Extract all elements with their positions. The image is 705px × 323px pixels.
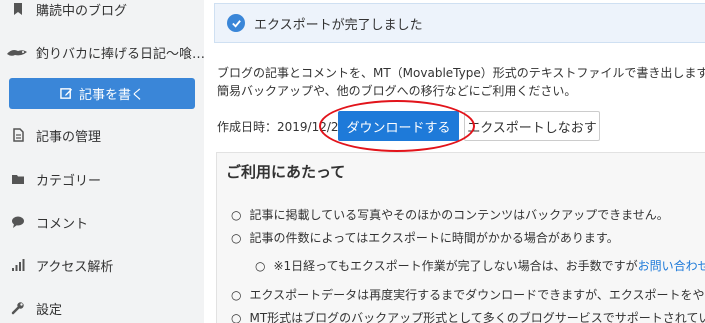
description-line: 簡易バックアップや、他のブログへの移行などにご利用ください。 [217, 84, 577, 98]
bar-chart-icon [11, 258, 25, 272]
export-description: ブログの記事とコメントを、MT（MovableType）形式のテキストファイルで… [217, 64, 705, 100]
note-item: ○ MT形式はブログのバックアップ形式として多くのブログサービスでサポートされてい [231, 311, 705, 323]
sidebar-item-manage-posts[interactable]: 記事の管理 [0, 120, 204, 150]
note-subitem: ○ ※1日経ってもエクスポート作業が完了しない場合は、お手数ですがお問い合わせ [255, 257, 705, 274]
sidebar-item-label: 釣りバカに捧げる日記～喰… [36, 46, 204, 62]
sidebar-item-label: コメント [36, 216, 89, 232]
sidebar-gutter [204, 0, 214, 323]
document-icon [11, 128, 25, 142]
check-circle-icon [227, 14, 245, 32]
sidebar-item-label: アクセス解析 [36, 259, 114, 275]
sidebar-item-analytics[interactable]: アクセス解析 [0, 250, 204, 280]
sidebar-item-subscribed-blogs[interactable]: 購読中のブログ [0, 0, 204, 24]
note-item: ○ 記事に掲載している写真やそのほかのコンテンツはバックアップできません。 [231, 208, 669, 222]
sidebar-item-categories[interactable]: カテゴリー [0, 164, 204, 194]
sidebar-item-label: 設定 [36, 302, 63, 318]
wrench-icon [11, 301, 25, 315]
main-content: エクスポートが完了しました ブログの記事とコメントを、MT（MovableTyp… [214, 0, 705, 323]
note-item: ○ エクスポートデータは再度実行するまでダウンロードできますが、エクスポートをやり [231, 288, 705, 302]
folder-icon [11, 172, 25, 186]
re-export-button[interactable]: エクスポートしなおす [464, 111, 600, 141]
sidebar-item-comments[interactable]: コメント [0, 207, 204, 237]
sidebar-item-label: カテゴリー [36, 173, 102, 189]
export-complete-alert: エクスポートが完了しました [214, 3, 705, 43]
comment-icon [11, 215, 25, 229]
sidebar-item-blog[interactable]: 釣りバカに捧げる日記～喰… [0, 37, 204, 67]
sidebar-item-label: 記事の管理 [36, 129, 102, 145]
sidebar-item-label: 購読中のブログ [36, 3, 128, 19]
download-button[interactable]: ダウンロードする [338, 111, 459, 141]
bookmark-icon [11, 2, 25, 16]
sidebar-item-settings[interactable]: 設定 [0, 293, 204, 323]
write-post-button[interactable]: 記事を書く [9, 78, 195, 109]
contact-link[interactable]: お問い合わせ [638, 259, 705, 273]
edit-icon [60, 87, 73, 100]
notes-title: ご利用にあたって [226, 163, 346, 181]
description-line: ブログの記事とコメントを、MT（MovableType）形式のテキストファイルで… [217, 66, 705, 80]
blog-avatar-icon [6, 45, 28, 59]
alert-text: エクスポートが完了しました [254, 17, 423, 33]
usage-notes-panel: ご利用にあたって ○ 記事に掲載している写真やそのほかのコンテンツはバックアップで… [216, 152, 705, 323]
sidebar: 購読中のブログ 釣りバカに捧げる日記～喰… 記事を書く 記事の管理 カテゴリー [0, 0, 204, 323]
write-post-label: 記事を書く [78, 88, 144, 103]
note-item: ○ 記事の件数によってはエクスポートに時間がかかる場合があります。 [231, 231, 619, 245]
created-date: 作成日時：2019/12/21 [217, 120, 347, 134]
